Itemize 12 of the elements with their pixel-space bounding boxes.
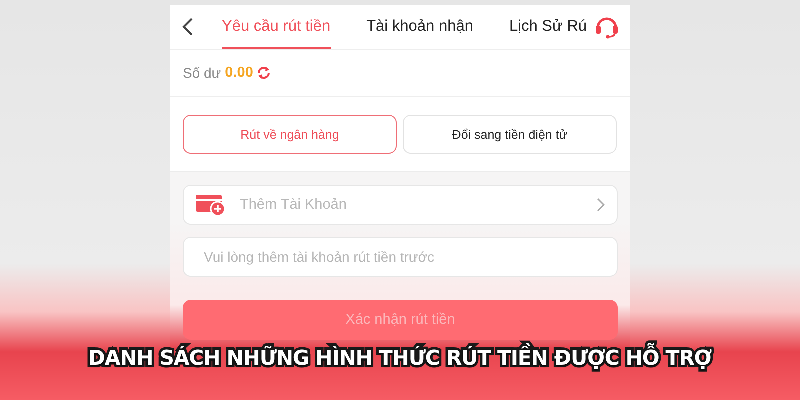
method-option[interactable]: Rút về ngân hàng	[183, 115, 397, 154]
method-option[interactable]: Đổi sang tiền điện tử	[403, 115, 617, 154]
add-account-label: Thêm Tài Khoản	[240, 197, 348, 213]
tab[interactable]: Tài khoản nhận	[366, 5, 474, 49]
card-add-icon	[196, 194, 226, 216]
balance-amount: 0.00	[225, 65, 254, 81]
add-account-row[interactable]: Thêm Tài Khoản	[183, 185, 618, 225]
notice-field[interactable]: Vui lòng thêm tài khoản rút tiền trước	[183, 237, 618, 277]
tab[interactable]: Lịch Sử Rú	[509, 5, 588, 49]
chevron-right-icon	[597, 198, 605, 212]
balance-label: Số dư	[183, 65, 222, 81]
refresh-icon[interactable]	[257, 66, 272, 80]
